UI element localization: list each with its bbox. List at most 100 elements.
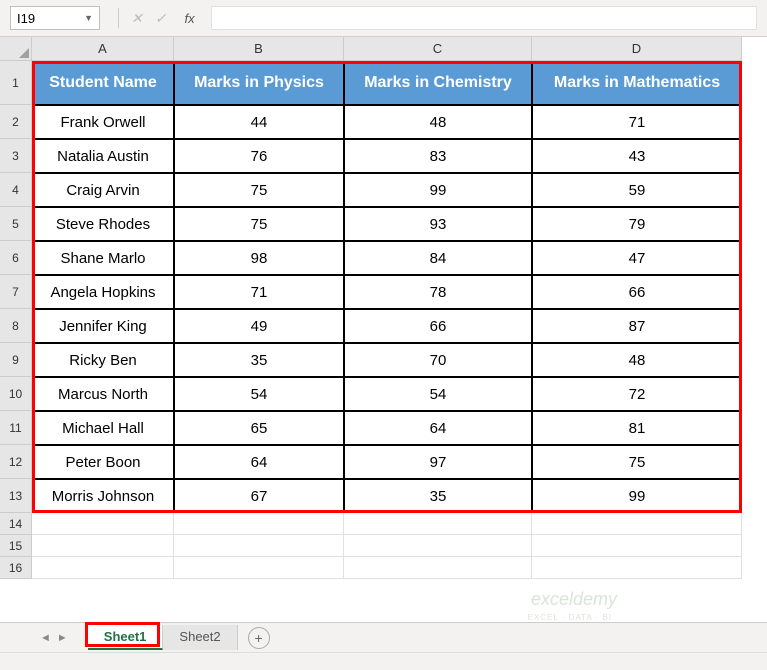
sheet-nav-prev-icon[interactable]: ◄ [40, 632, 51, 644]
row-header[interactable]: 12 [0, 445, 32, 479]
empty-cell[interactable] [344, 535, 532, 557]
table-cell[interactable]: 54 [174, 377, 344, 411]
table-cell[interactable]: 48 [532, 343, 742, 377]
row-header[interactable]: 9 [0, 343, 32, 377]
table-cell[interactable]: 71 [532, 105, 742, 139]
empty-cell[interactable] [32, 513, 174, 535]
table-cell[interactable]: 48 [344, 105, 532, 139]
table-cell[interactable]: 87 [532, 309, 742, 343]
cancel-icon[interactable]: ✕ [131, 10, 143, 27]
row-header[interactable]: 7 [0, 275, 32, 309]
empty-cell[interactable] [174, 535, 344, 557]
formula-bar-controls: ✕ ✓ fx [118, 8, 195, 28]
table-cell[interactable]: 35 [174, 343, 344, 377]
table-cell[interactable]: Michael Hall [32, 411, 174, 445]
row-header[interactable]: 13 [0, 479, 32, 513]
table-cell[interactable]: 84 [344, 241, 532, 275]
table-header-cell[interactable]: Marks in Physics [174, 61, 344, 105]
row-header[interactable]: 16 [0, 557, 32, 579]
table-cell[interactable]: 65 [174, 411, 344, 445]
table-cell[interactable]: 76 [174, 139, 344, 173]
table-cell[interactable]: 75 [174, 207, 344, 241]
table-cell[interactable]: 49 [174, 309, 344, 343]
row-header[interactable]: 5 [0, 207, 32, 241]
row-header[interactable]: 15 [0, 535, 32, 557]
chevron-down-icon[interactable]: ▼ [84, 13, 93, 23]
empty-cell[interactable] [532, 557, 742, 579]
row-header[interactable]: 14 [0, 513, 32, 535]
empty-cell[interactable] [174, 557, 344, 579]
empty-cell[interactable] [32, 557, 174, 579]
fx-icon[interactable]: fx [184, 11, 194, 26]
empty-cell[interactable] [174, 513, 344, 535]
table-cell[interactable]: 67 [174, 479, 344, 513]
sheet-nav-next-icon[interactable]: ► [57, 632, 68, 644]
column-header[interactable]: A [32, 37, 174, 61]
table-cell[interactable]: Marcus North [32, 377, 174, 411]
table-cell[interactable]: 66 [532, 275, 742, 309]
table-cell[interactable]: Natalia Austin [32, 139, 174, 173]
table-cell[interactable]: Ricky Ben [32, 343, 174, 377]
row-header[interactable]: 1 [0, 61, 32, 105]
table-cell[interactable]: 78 [344, 275, 532, 309]
row-header[interactable]: 4 [0, 173, 32, 207]
empty-cell[interactable] [532, 535, 742, 557]
watermark: exceldemy [531, 589, 617, 610]
table-cell[interactable]: 71 [174, 275, 344, 309]
table-header-cell[interactable]: Student Name [32, 61, 174, 105]
sheet-tab[interactable]: Sheet1 [88, 625, 164, 650]
table-cell[interactable]: 64 [174, 445, 344, 479]
sheet-tab-bar: ◄ ► Sheet1Sheet2 + [0, 622, 767, 652]
table-cell[interactable]: 93 [344, 207, 532, 241]
table-cell[interactable]: 35 [344, 479, 532, 513]
name-box[interactable]: I19 ▼ [10, 6, 100, 30]
column-header[interactable]: C [344, 37, 532, 61]
table-cell[interactable]: 99 [532, 479, 742, 513]
table-cell[interactable]: 81 [532, 411, 742, 445]
table-cell[interactable]: Jennifer King [32, 309, 174, 343]
add-sheet-button[interactable]: + [248, 627, 270, 649]
table-cell[interactable]: 72 [532, 377, 742, 411]
table-cell[interactable]: 97 [344, 445, 532, 479]
sheet-nav: ◄ ► [40, 632, 68, 644]
sheet-tab[interactable]: Sheet2 [163, 625, 237, 650]
check-icon[interactable]: ✓ [155, 10, 167, 27]
table-cell[interactable]: 64 [344, 411, 532, 445]
table-cell[interactable]: Shane Marlo [32, 241, 174, 275]
column-header[interactable]: B [174, 37, 344, 61]
table-cell[interactable]: 75 [174, 173, 344, 207]
table-cell[interactable]: 43 [532, 139, 742, 173]
table-cell[interactable]: 59 [532, 173, 742, 207]
table-cell[interactable]: Steve Rhodes [32, 207, 174, 241]
table-cell[interactable]: 99 [344, 173, 532, 207]
table-cell[interactable]: 47 [532, 241, 742, 275]
table-header-cell[interactable]: Marks in Mathematics [532, 61, 742, 105]
table-cell[interactable]: Angela Hopkins [32, 275, 174, 309]
table-cell[interactable]: Frank Orwell [32, 105, 174, 139]
table-cell[interactable]: 83 [344, 139, 532, 173]
table-cell[interactable]: 75 [532, 445, 742, 479]
row-header[interactable]: 10 [0, 377, 32, 411]
empty-cell[interactable] [344, 513, 532, 535]
table-cell[interactable]: Craig Arvin [32, 173, 174, 207]
row-header[interactable]: 6 [0, 241, 32, 275]
row-header[interactable]: 8 [0, 309, 32, 343]
table-cell[interactable]: Peter Boon [32, 445, 174, 479]
table-cell[interactable]: 54 [344, 377, 532, 411]
formula-input[interactable] [211, 6, 757, 30]
table-cell[interactable]: 79 [532, 207, 742, 241]
column-header[interactable]: D [532, 37, 742, 61]
table-cell[interactable]: 66 [344, 309, 532, 343]
table-cell[interactable]: 70 [344, 343, 532, 377]
table-header-cell[interactable]: Marks in Chemistry [344, 61, 532, 105]
table-cell[interactable]: 44 [174, 105, 344, 139]
empty-cell[interactable] [32, 535, 174, 557]
row-header[interactable]: 11 [0, 411, 32, 445]
empty-cell[interactable] [344, 557, 532, 579]
table-cell[interactable]: Morris Johnson [32, 479, 174, 513]
table-cell[interactable]: 98 [174, 241, 344, 275]
select-all-corner[interactable] [0, 37, 32, 61]
empty-cell[interactable] [532, 513, 742, 535]
row-header[interactable]: 2 [0, 105, 32, 139]
row-header[interactable]: 3 [0, 139, 32, 173]
